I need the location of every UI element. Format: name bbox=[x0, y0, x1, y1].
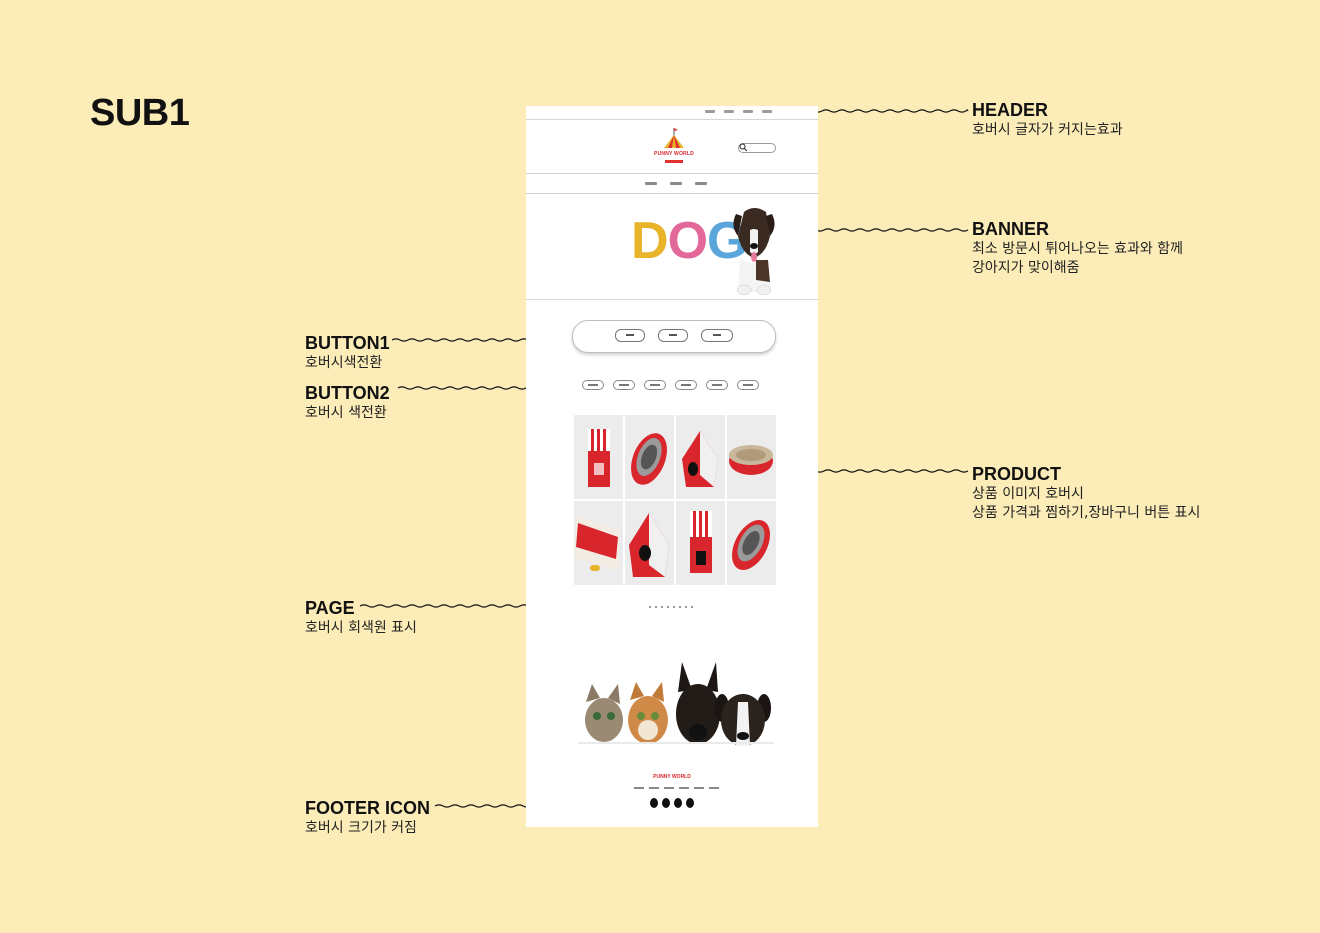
instagram-icon[interactable] bbox=[662, 798, 670, 808]
sort-button[interactable] bbox=[644, 380, 666, 390]
sort-button[interactable] bbox=[706, 380, 728, 390]
annotation-button2-desc: 호버시 색전환 bbox=[305, 405, 387, 421]
annotation-page-title: PAGE bbox=[305, 598, 355, 618]
page-number[interactable] bbox=[691, 606, 693, 608]
header-top-bar bbox=[526, 106, 818, 120]
page-number[interactable] bbox=[661, 606, 663, 608]
dog-1 bbox=[676, 662, 720, 744]
annotation-header-desc: 호버시 글자가 커지는효과 bbox=[972, 122, 1123, 138]
annotation-button1-desc: 호버시색전환 bbox=[305, 355, 383, 371]
nav-item[interactable] bbox=[645, 182, 657, 185]
category-button[interactable] bbox=[658, 329, 688, 342]
main-nav bbox=[526, 173, 818, 194]
nav-item[interactable] bbox=[670, 182, 682, 185]
dog-2 bbox=[715, 694, 771, 746]
website-mockup: PUNNY WORLD DOG PUNNY WORLD bbox=[526, 106, 818, 827]
product-card[interactable] bbox=[625, 501, 674, 585]
annotation-banner-desc: 최소 방문시 튀어나오는 효과와 함께 강아지가 맞이해줌 bbox=[972, 241, 1183, 276]
annotation-product-title: PRODUCT bbox=[972, 464, 1061, 484]
header-util-links[interactable] bbox=[705, 110, 772, 113]
banner-dog-image bbox=[733, 208, 775, 296]
connector-product bbox=[791, 469, 969, 473]
sort-button[interactable] bbox=[675, 380, 697, 390]
logo-tent-icon[interactable] bbox=[650, 126, 698, 166]
sort-button[interactable] bbox=[613, 380, 635, 390]
search-icon bbox=[739, 143, 748, 152]
product-card[interactable] bbox=[727, 415, 776, 499]
pagination bbox=[649, 606, 693, 608]
product-card[interactable] bbox=[625, 415, 674, 499]
connector-banner bbox=[791, 228, 969, 232]
annotation-product-desc: 상품 이미지 호버시 상품 가격과 찜하기,장바구니 버튼 표시 bbox=[972, 486, 1201, 521]
connector-header bbox=[805, 109, 969, 113]
page-title: SUB1 bbox=[90, 92, 190, 134]
category-button-group bbox=[572, 320, 776, 353]
annotation-footer-icon-title: FOOTER ICON bbox=[305, 798, 430, 818]
page-number[interactable] bbox=[673, 606, 675, 608]
sort-button-row bbox=[582, 380, 759, 390]
annotation-button2-title: BUTTON2 bbox=[305, 383, 390, 403]
youtube-icon[interactable] bbox=[650, 798, 658, 808]
product-card[interactable] bbox=[727, 501, 776, 585]
annotation-page-desc: 호버시 회색원 표시 bbox=[305, 620, 417, 636]
annotation-banner-title: BANNER bbox=[972, 219, 1050, 239]
product-card[interactable] bbox=[574, 501, 623, 585]
dog-banner: DOG bbox=[526, 194, 818, 300]
annotation-footer-icon-desc: 호버시 크기가 커짐 bbox=[305, 820, 417, 836]
annotation-header-title: HEADER bbox=[972, 100, 1049, 120]
category-button[interactable] bbox=[615, 329, 645, 342]
play-icon[interactable] bbox=[686, 798, 694, 808]
page-number[interactable] bbox=[679, 606, 681, 608]
product-grid bbox=[574, 415, 779, 585]
sort-button[interactable] bbox=[737, 380, 759, 390]
logo-text: PUNNY WORLD bbox=[654, 151, 694, 157]
page-number[interactable] bbox=[667, 606, 669, 608]
cat-2 bbox=[628, 682, 668, 744]
footer-pets-image bbox=[578, 662, 774, 746]
product-card[interactable] bbox=[574, 415, 623, 499]
footer-links[interactable] bbox=[634, 787, 719, 789]
product-card[interactable] bbox=[676, 415, 725, 499]
product-card[interactable] bbox=[676, 501, 725, 585]
footer-logo: PUNNY WORLD bbox=[653, 774, 691, 780]
page-number[interactable] bbox=[655, 606, 657, 608]
page-number[interactable] bbox=[685, 606, 687, 608]
page-number[interactable] bbox=[649, 606, 651, 608]
nav-item[interactable] bbox=[695, 182, 707, 185]
annotation-button1-title: BUTTON1 bbox=[305, 333, 390, 353]
facebook-icon[interactable] bbox=[674, 798, 682, 808]
footer-sns-icons bbox=[650, 798, 694, 808]
sort-button[interactable] bbox=[582, 380, 604, 390]
cat-1 bbox=[585, 684, 623, 742]
category-button[interactable] bbox=[701, 329, 733, 342]
